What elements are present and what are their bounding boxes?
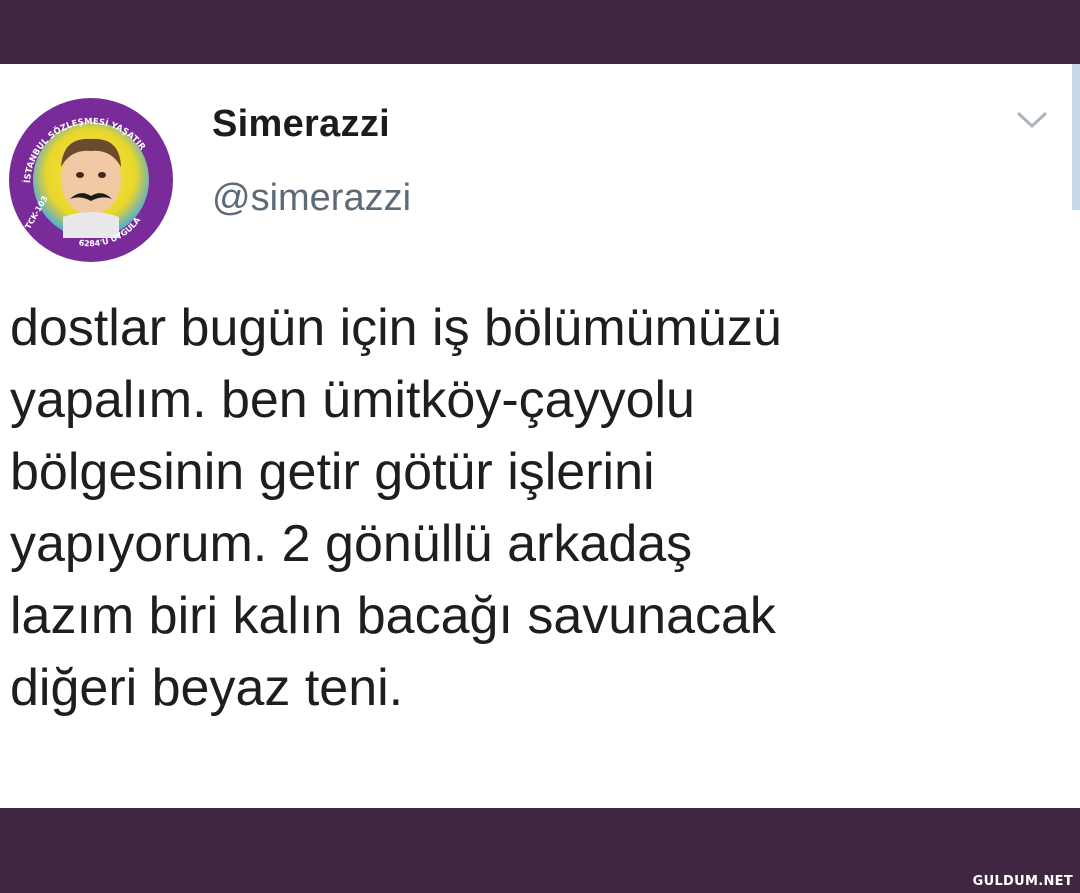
- tweet-text-line: bölgesinin getir götür işlerini: [10, 443, 655, 501]
- tweet-text-line: lazım biri kalın bacağı savunacak: [10, 587, 776, 645]
- user-handle[interactable]: @simerazzi: [212, 177, 411, 220]
- chevron-down-icon[interactable]: [1016, 110, 1048, 130]
- tweet-text: dostlar bugün için iş bölümümüzü yapalım…: [10, 292, 1070, 724]
- tweet-text-line: yapalım. ben ümitköy-çayyolu: [10, 371, 695, 429]
- tweet-text-line: yapıyorum. 2 gönüllü arkadaş: [10, 515, 693, 573]
- display-name[interactable]: Simerazzi: [212, 103, 390, 146]
- tweet-card: İSTANBUL SÖZLEŞMESİ YAŞATIR TCK-103 6284…: [0, 64, 1080, 808]
- tweet-text-line: dostlar bugün için iş bölümümüzü: [10, 299, 782, 357]
- avatar[interactable]: İSTANBUL SÖZLEŞMESİ YAŞATIR TCK-103 6284…: [8, 97, 174, 263]
- tweet-text-line: diğeri beyaz teni.: [10, 659, 404, 717]
- scrollbar[interactable]: [1072, 64, 1080, 210]
- watermark: GULDUM.NET: [972, 874, 1073, 889]
